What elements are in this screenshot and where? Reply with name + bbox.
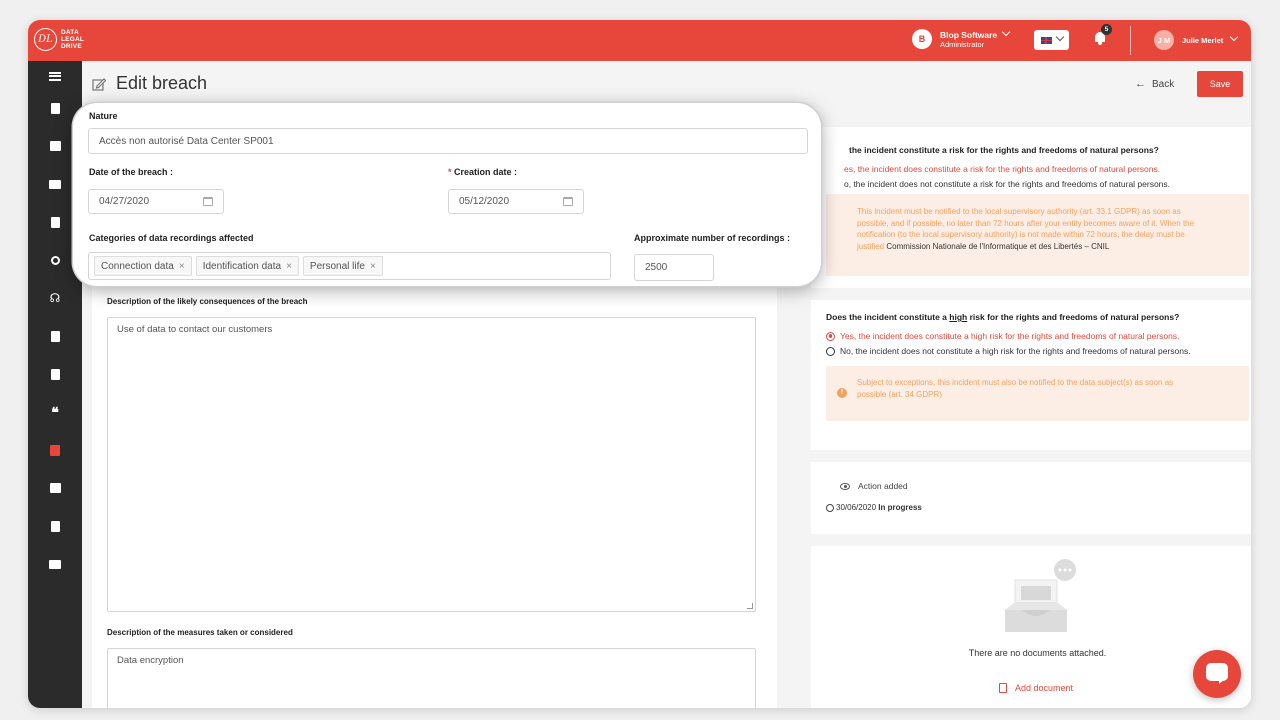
nature-label: Nature bbox=[89, 111, 118, 121]
file-pdf-icon bbox=[999, 683, 1007, 693]
avatar: J M bbox=[1154, 30, 1174, 50]
page-title-text: Edit breach bbox=[116, 73, 208, 93]
calendar-icon bbox=[563, 197, 573, 206]
recordings-label: Approximate number of recordings : bbox=[634, 233, 791, 243]
categories-multiselect[interactable]: Connection data × Identification data × Pe… bbox=[88, 252, 611, 280]
risk-alert: This incident must be notified to the lo… bbox=[826, 194, 1249, 276]
clipboard-icon[interactable] bbox=[28, 515, 82, 537]
breach-details-panel: Nature Accès non autorisé Data Center SP… bbox=[73, 103, 821, 286]
action-card: Action added 30/06/2020 In progress bbox=[811, 462, 1251, 534]
document-icon[interactable] bbox=[28, 325, 82, 347]
calendar-icon bbox=[203, 197, 213, 206]
category-tag[interactable]: Identification data × bbox=[195, 256, 299, 276]
radio-selected-icon bbox=[826, 331, 835, 341]
breach-icon[interactable] bbox=[28, 439, 82, 461]
recordings-input[interactable]: 2500 bbox=[634, 254, 714, 281]
action-added[interactable]: Action added bbox=[840, 481, 908, 491]
company-name: Blop Software bbox=[940, 27, 1011, 40]
remove-icon[interactable]: × bbox=[286, 261, 292, 272]
no-documents-text: There are no documents attached. bbox=[968, 648, 1107, 658]
clock-icon bbox=[826, 503, 834, 512]
categories-label: Categories of data recordings affected bbox=[89, 233, 254, 243]
chat-button[interactable] bbox=[1193, 650, 1241, 698]
user-menu[interactable]: J M Julie Merlet bbox=[1154, 30, 1239, 50]
breach-date-label: Date of the breach : bbox=[89, 167, 174, 177]
quote-icon[interactable]: ❝ bbox=[28, 401, 82, 423]
high-risk-alert: ! Subject to exceptions, this incident m… bbox=[826, 366, 1249, 421]
header-divider bbox=[1130, 26, 1131, 55]
breach-date-input[interactable]: 04/27/2020 bbox=[88, 189, 224, 214]
logo-mark: DL bbox=[34, 28, 57, 51]
empty-inbox-icon bbox=[1005, 559, 1076, 632]
app-logo[interactable]: DL DATA LEGAL DRIVE bbox=[34, 28, 84, 51]
language-select[interactable] bbox=[1034, 30, 1069, 50]
right-column: the incident constitute a risk for the r… bbox=[811, 127, 1251, 708]
notification-badge: 5 bbox=[1101, 24, 1112, 35]
resize-handle[interactable] bbox=[747, 603, 753, 609]
archive-icon[interactable] bbox=[28, 477, 82, 499]
creation-date-input[interactable]: 05/12/2020 bbox=[448, 189, 584, 214]
arrow-left-icon: ← bbox=[1135, 78, 1146, 90]
high-risk-yes-option[interactable]: Yes, the incident does constitute a high… bbox=[826, 331, 1179, 341]
radio-icon bbox=[826, 346, 835, 356]
company-icon: B bbox=[912, 29, 932, 49]
chevron-down-icon bbox=[1055, 32, 1064, 42]
consequences-label: Description of the likely consequences o… bbox=[107, 297, 308, 306]
action-status: 30/06/2020 In progress bbox=[826, 503, 922, 512]
measures-textarea[interactable]: Data encryption bbox=[107, 648, 756, 708]
category-tag[interactable]: Personal life × bbox=[302, 256, 383, 276]
contract-icon[interactable] bbox=[28, 363, 82, 385]
back-link[interactable]: ← Back bbox=[1135, 78, 1174, 90]
add-document-link[interactable]: Add document bbox=[999, 683, 1073, 693]
risk-card: the incident constitute a risk for the r… bbox=[811, 127, 1251, 288]
edit-icon bbox=[92, 77, 106, 91]
risk-yes-option[interactable]: es, the incident does constitute a risk … bbox=[844, 164, 1160, 174]
company-switcher[interactable]: B Blop Software Administrator bbox=[912, 27, 1011, 49]
creation-date-label: * Creation date : bbox=[448, 167, 518, 177]
stethoscope-icon[interactable]: ☊ bbox=[28, 287, 82, 309]
top-bar: DL DATA LEGAL DRIVE B Blop Software Admi… bbox=[28, 20, 1251, 61]
high-risk-no-option[interactable]: No, the incident does not constitute a h… bbox=[826, 346, 1191, 356]
info-icon: ! bbox=[837, 388, 847, 398]
measures-label: Description of the measures taken or con… bbox=[107, 628, 293, 637]
description-panel: Description of the likely consequences o… bbox=[92, 285, 777, 708]
user-name: Julie Merlet bbox=[1182, 35, 1224, 45]
menu-toggle-icon[interactable] bbox=[28, 65, 82, 87]
server-icon[interactable] bbox=[28, 553, 82, 575]
page-title: Edit breach bbox=[92, 73, 207, 94]
save-button[interactable]: Save bbox=[1197, 71, 1243, 97]
eye-icon bbox=[840, 482, 850, 490]
building-icon[interactable] bbox=[28, 97, 82, 119]
logo-wordmark: DATA LEGAL DRIVE bbox=[61, 29, 85, 50]
risk-question: the incident constitute a risk for the r… bbox=[849, 145, 1159, 155]
high-risk-card: Does the incident constitute a high risk… bbox=[811, 300, 1251, 450]
company-role: Administrator bbox=[940, 39, 985, 49]
chevron-down-icon bbox=[1230, 32, 1239, 42]
remove-icon[interactable]: × bbox=[179, 261, 185, 272]
nature-input[interactable]: Accès non autorisé Data Center SP001 bbox=[88, 128, 808, 154]
consequences-textarea[interactable]: Use of data to contact our customers bbox=[107, 317, 756, 612]
high-risk-question: Does the incident constitute a high risk… bbox=[826, 312, 1180, 322]
risk-no-option[interactable]: o, the incident does not constitute a ri… bbox=[844, 179, 1170, 189]
remove-icon[interactable]: × bbox=[370, 261, 376, 272]
documents-card: There are no documents attached. Add doc… bbox=[811, 546, 1251, 708]
uk-flag-icon bbox=[1040, 36, 1052, 44]
chevron-down-icon bbox=[1001, 27, 1011, 36]
category-tag[interactable]: Connection data × bbox=[94, 256, 192, 276]
